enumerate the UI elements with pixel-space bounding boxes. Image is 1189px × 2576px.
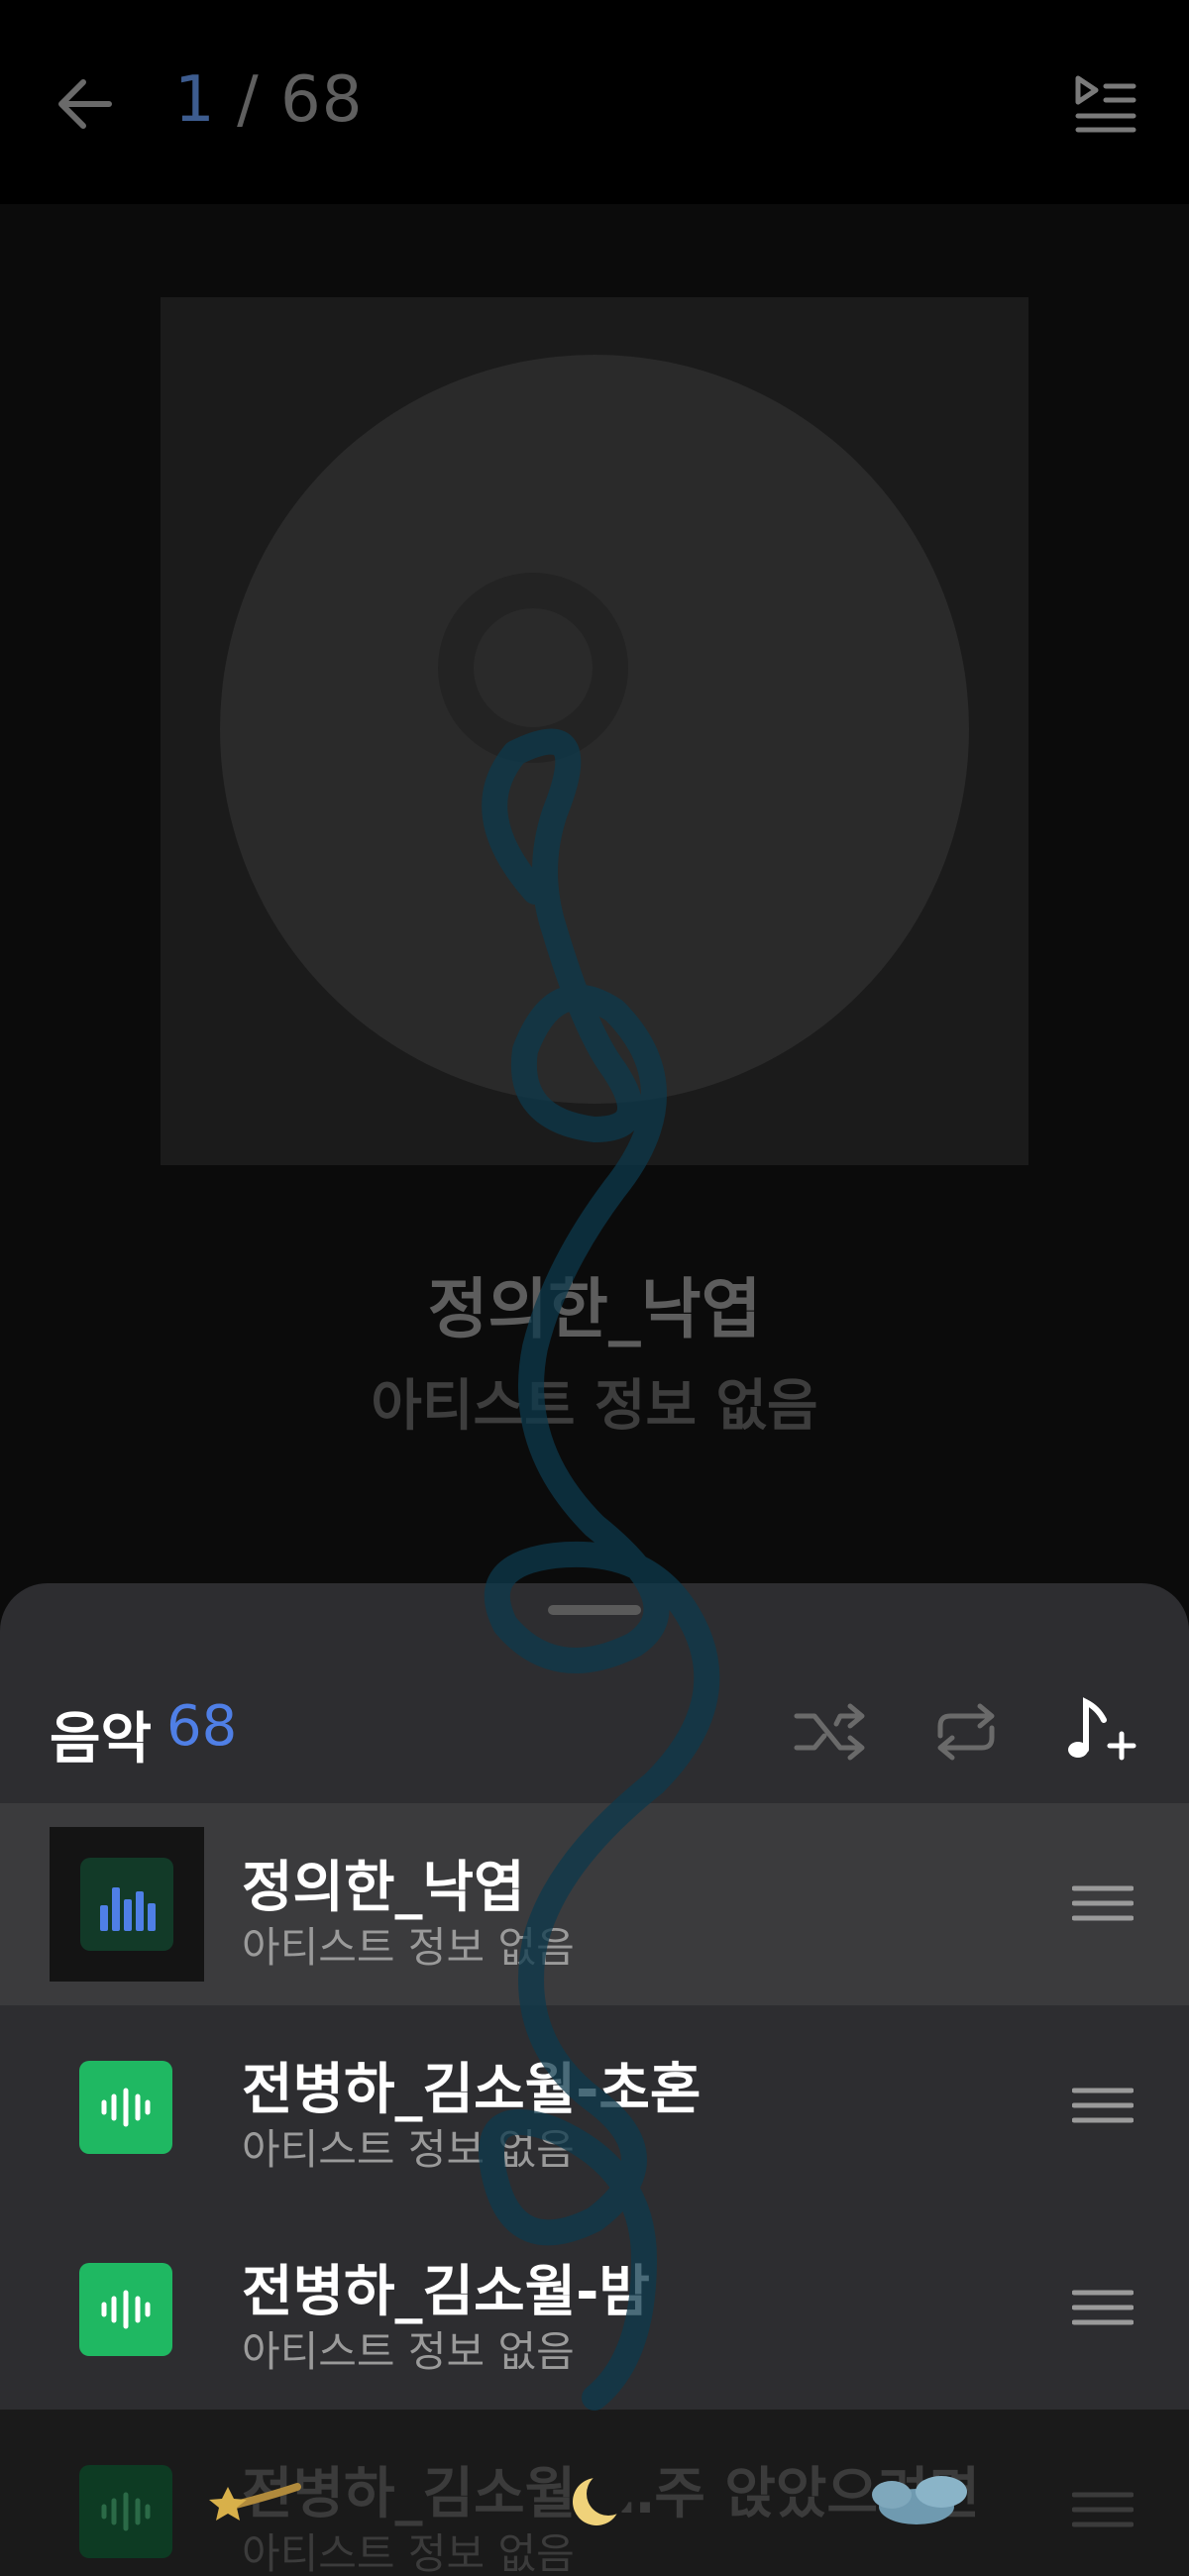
playlist-item[interactable]: 정의한_낙엽 아티스트 정보 없음 — [0, 1803, 1189, 2005]
audio-wave-icon — [101, 2492, 151, 2531]
drag-handle-icon — [1071, 2290, 1135, 2325]
drag-handle-icon — [1071, 1885, 1135, 1921]
play-queue-icon — [1075, 75, 1136, 133]
drag-handle-icon — [1071, 2492, 1135, 2527]
now-playing-title: 정의한_낙엽 — [427, 1271, 762, 1347]
playlist-header: 음악 68 — [0, 1682, 1189, 1791]
drag-handle[interactable] — [1071, 2277, 1135, 2338]
now-playing-artist: 아티스트 정보 없음 — [371, 1374, 818, 1439]
item-title: 전병하_김소월-…주 앉았으려면 — [242, 2462, 980, 2526]
total-count: 68 — [279, 63, 364, 137]
disc-center — [438, 573, 628, 763]
shuffle-icon — [794, 1703, 865, 1761]
index-separator: / — [215, 63, 280, 137]
playlist-item[interactable]: 전병하_김소월-초혼 아티스트 정보 없음 — [0, 2005, 1189, 2207]
audio-thumbnail — [79, 2263, 172, 2356]
item-artist: 아티스트 정보 없음 — [242, 2125, 575, 2174]
back-button[interactable] — [50, 64, 129, 144]
playlist-item[interactable]: 전병하_김소월-밤 아티스트 정보 없음 — [0, 2207, 1189, 2410]
audio-thumbnail — [79, 2465, 172, 2558]
album-artwork — [161, 297, 1028, 1165]
playing-thumbnail — [50, 1827, 204, 1982]
playlist-sheet: 음악 68 정의한_낙엽 아티스트 정보 없음 전병하_김소월-초혼 아티스트 … — [0, 1583, 1189, 2576]
queue-button[interactable] — [1064, 64, 1143, 144]
playlist-count: 68 — [166, 1694, 238, 1759]
track-position: 1 / 68 — [174, 63, 363, 137]
drag-handle[interactable] — [1071, 1873, 1135, 1934]
item-title: 전병하_김소월-초혼 — [242, 2058, 702, 2122]
add-music-button[interactable] — [1060, 1692, 1139, 1771]
item-title: 정의한_낙엽 — [242, 1856, 525, 1920]
drag-handle-icon — [1071, 2088, 1135, 2123]
item-artist: 아티스트 정보 없음 — [242, 2529, 575, 2576]
playlist-item[interactable]: 전병하_김소월-…주 앉았으려면 아티스트 정보 없음 — [0, 2410, 1189, 2576]
audio-wave-icon — [101, 2290, 151, 2329]
top-bar: 1 / 68 — [0, 0, 1189, 204]
add-music-icon — [1068, 1697, 1136, 1761]
drag-handle[interactable] — [1071, 2075, 1135, 2136]
drag-handle[interactable] — [1071, 2479, 1135, 2540]
equalizer-tile — [80, 1858, 173, 1951]
equalizer-icon — [100, 1887, 156, 1931]
audio-wave-icon — [101, 2088, 151, 2127]
sheet-drag-handle[interactable] — [548, 1605, 641, 1615]
back-arrow-icon — [58, 79, 112, 129]
shuffle-button[interactable] — [791, 1692, 870, 1771]
item-title: 전병하_김소월-밤 — [242, 2260, 650, 2324]
item-artist: 아티스트 정보 없음 — [242, 1923, 575, 1972]
current-index: 1 — [174, 63, 216, 137]
item-artist: 아티스트 정보 없음 — [242, 2327, 575, 2376]
repeat-icon — [937, 1703, 995, 1761]
repeat-button[interactable] — [926, 1692, 1006, 1771]
playlist-title: 음악 — [50, 1707, 153, 1771]
audio-thumbnail — [79, 2061, 172, 2154]
